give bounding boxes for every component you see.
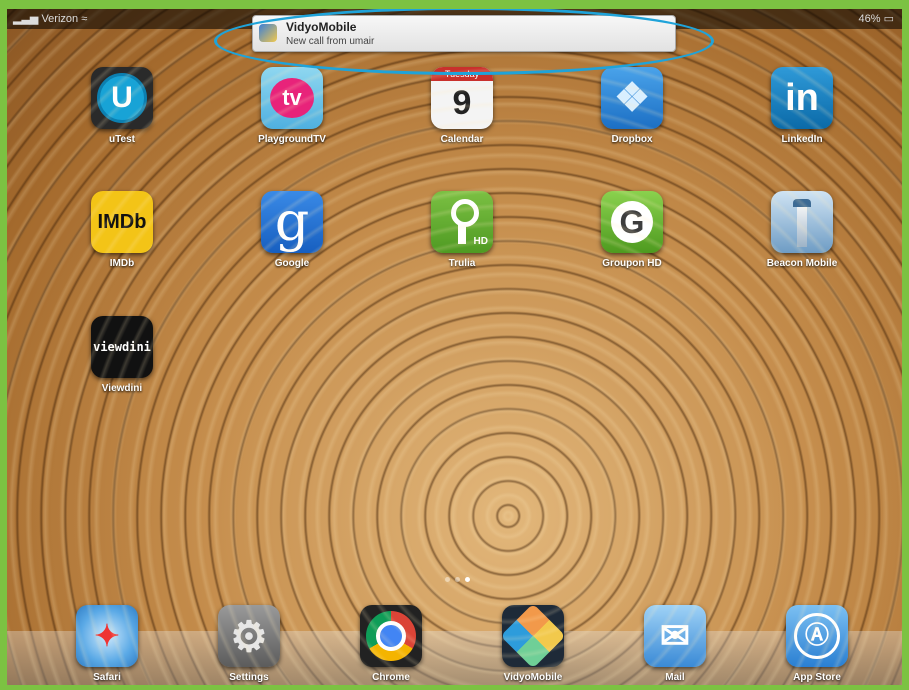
carrier-label: ▂▃▅ Verizon ≈ (13, 13, 88, 25)
playgroundtv-icon: tv (261, 67, 323, 129)
battery-label: 46% ▭ (858, 13, 894, 25)
app-utest[interactable]: U uTest (77, 67, 167, 145)
settings-icon: ⚙ (218, 605, 280, 667)
imdb-icon: IMDb (91, 191, 153, 253)
app-linkedin[interactable]: in LinkedIn (757, 67, 847, 145)
dock-app-vidyomobile[interactable]: VidyoMobile (488, 605, 578, 683)
dock-app-mail[interactable]: ✉ Mail (630, 605, 720, 683)
utest-icon: U (91, 67, 153, 129)
dock-app-app-store[interactable]: Ⓐ App Store (772, 605, 862, 683)
page-indicator (445, 569, 475, 587)
app-groupon-hd[interactable]: G Groupon HD (587, 191, 677, 269)
dropbox-icon: ❖ (601, 67, 663, 129)
page-dot[interactable] (445, 577, 450, 582)
app-google[interactable]: g Google (247, 191, 337, 269)
trulia-icon: HD (431, 191, 493, 253)
home-screen: ▂▃▅ Verizon ≈ 46% ▭ VidyoMobile New call… (7, 9, 902, 685)
vidyomobile-icon (502, 605, 564, 667)
app-beacon-mobile[interactable]: Beacon Mobile (757, 191, 847, 269)
calendar-icon: Tuesday 9 (431, 67, 493, 129)
app-playgroundtv[interactable]: tv PlaygroundTV (247, 67, 337, 145)
page-dot[interactable] (455, 577, 460, 582)
safari-icon: ✦ (76, 605, 138, 667)
page-dot-current[interactable] (465, 577, 470, 582)
app-viewdini[interactable]: viewdini Viewdini (77, 316, 167, 394)
app-imdb[interactable]: IMDb IMDb (77, 191, 167, 269)
beacon-icon (771, 191, 833, 253)
chrome-icon (360, 605, 422, 667)
groupon-icon: G (601, 191, 663, 253)
linkedin-icon: in (771, 67, 833, 129)
dock-app-settings[interactable]: ⚙ Settings (204, 605, 294, 683)
dock-app-safari[interactable]: ✦ Safari (62, 605, 152, 683)
app-trulia[interactable]: HD Trulia (417, 191, 507, 269)
mail-icon: ✉ (644, 605, 706, 667)
google-icon: g (261, 191, 323, 253)
app-calendar[interactable]: Tuesday 9 Calendar (417, 67, 507, 145)
app-store-icon: Ⓐ (786, 605, 848, 667)
highlight-ellipse (214, 9, 714, 75)
app-dropbox[interactable]: ❖ Dropbox (587, 67, 677, 145)
dock-app-chrome[interactable]: Chrome (346, 605, 436, 683)
viewdini-icon: viewdini (91, 316, 153, 378)
